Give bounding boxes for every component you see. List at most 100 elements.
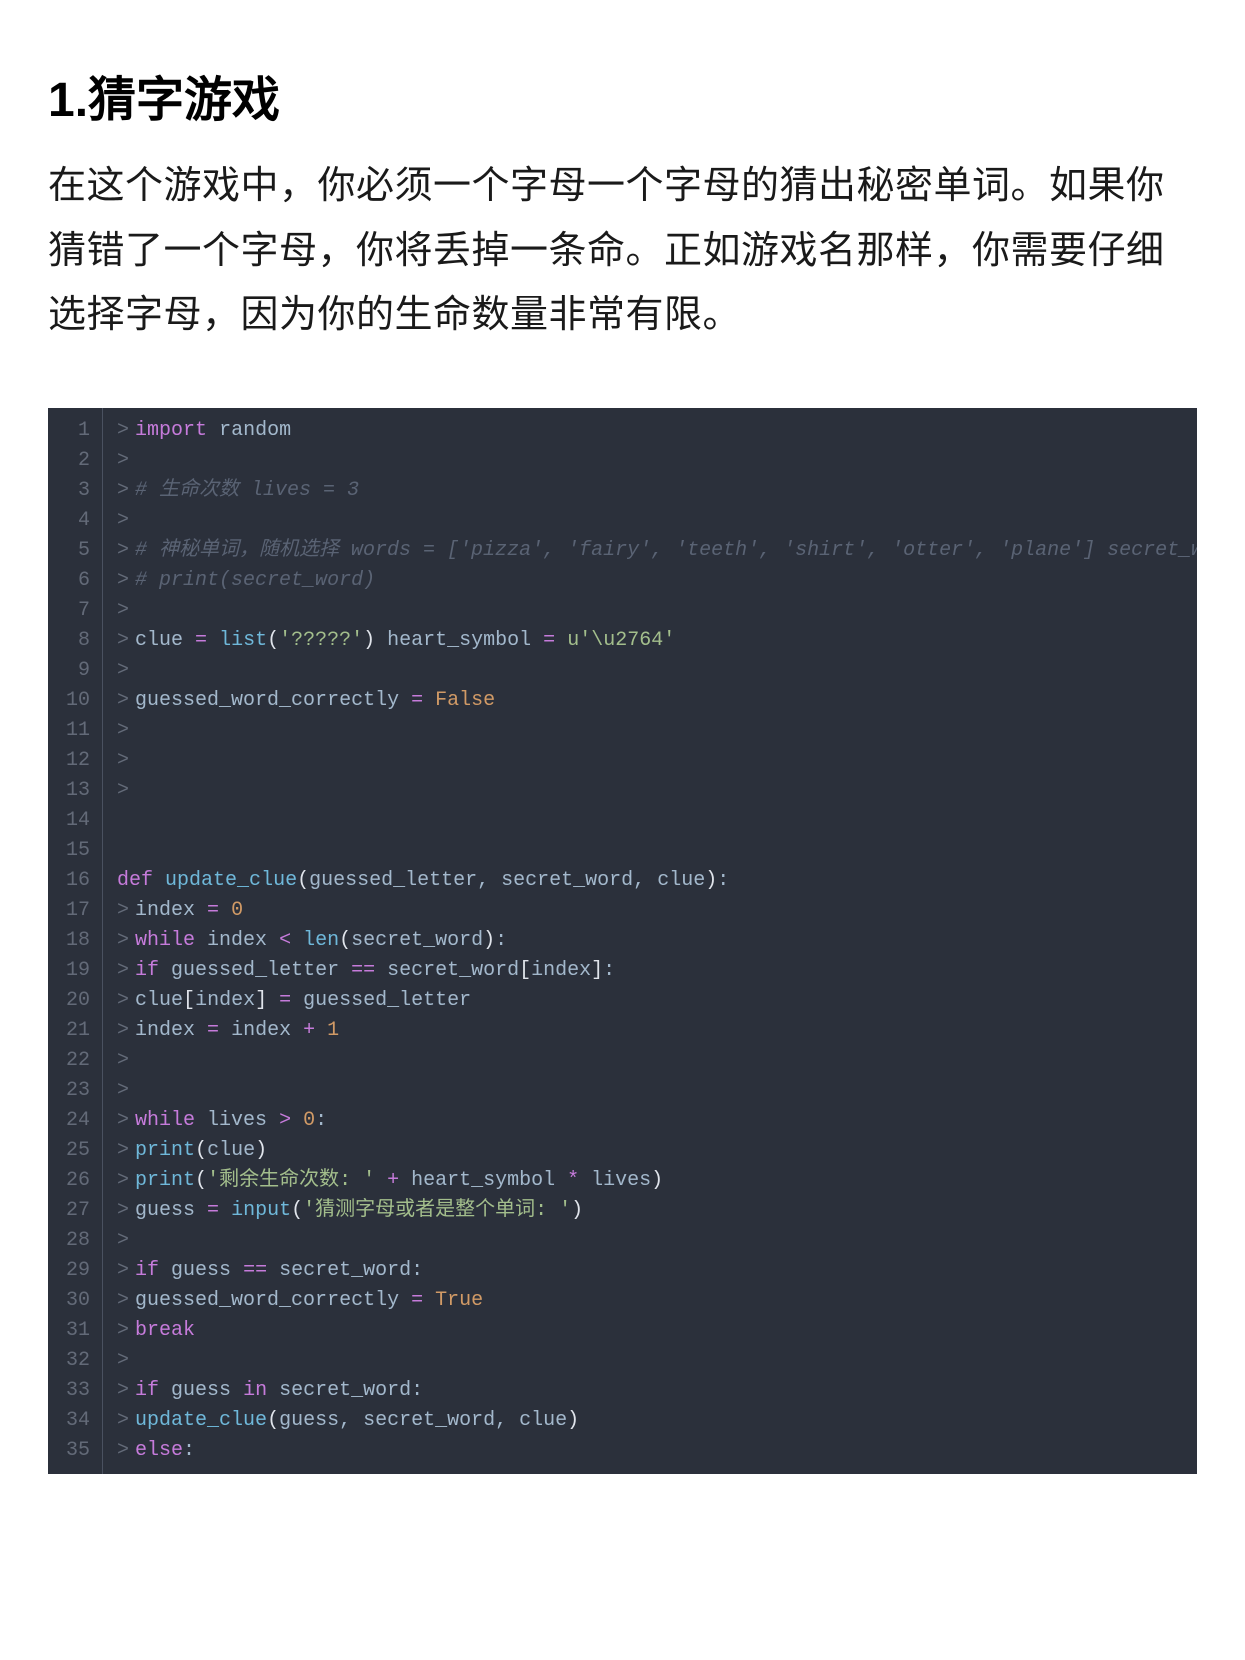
code-tokens: else:: [135, 1436, 195, 1466]
code-tokens: # print(secret_word): [135, 566, 375, 596]
prompt-marker: >: [117, 686, 129, 716]
line-number: 21: [66, 1016, 90, 1046]
code-line: > print('剩余生命次数: ' + heart_symbol * live…: [117, 1166, 1197, 1196]
line-number: 25: [66, 1136, 90, 1166]
line-number: 10: [66, 686, 90, 716]
code-tokens: if guess in secret_word:: [135, 1376, 423, 1406]
line-number: 32: [66, 1346, 90, 1376]
code-line: >: [117, 446, 1197, 476]
code-tokens: import random: [135, 416, 291, 446]
code-line: >: [117, 1046, 1197, 1076]
prompt-marker: >: [117, 566, 129, 596]
code-line: > guess = input('猜测字母或者是整个单词: '): [117, 1196, 1197, 1226]
code-line: def update_clue(guessed_letter, secret_w…: [117, 866, 1197, 896]
code-line: >: [117, 716, 1197, 746]
prompt-marker: >: [117, 1136, 129, 1166]
line-number: 1: [66, 416, 90, 446]
code-line: >: [117, 1346, 1197, 1376]
prompt-marker: >: [117, 716, 129, 746]
code-tokens: # 生命次数 lives = 3: [135, 476, 359, 506]
line-number: 12: [66, 746, 90, 776]
prompt-marker: >: [117, 446, 129, 476]
prompt-marker: >: [117, 1196, 129, 1226]
line-number: 29: [66, 1256, 90, 1286]
code-line: >: [117, 1226, 1197, 1256]
line-number: 11: [66, 716, 90, 746]
code-line: > if guessed_letter == secret_word[index…: [117, 956, 1197, 986]
code-line: > while index < len(secret_word):: [117, 926, 1197, 956]
prompt-marker: >: [117, 656, 129, 686]
line-number: 9: [66, 656, 90, 686]
code-line: >: [117, 776, 1197, 806]
line-number: 8: [66, 626, 90, 656]
prompt-marker: >: [117, 1076, 129, 1106]
line-number-gutter: 1234567891011121314151617181920212223242…: [48, 408, 103, 1474]
line-number: 33: [66, 1376, 90, 1406]
line-number: 23: [66, 1076, 90, 1106]
line-number: 19: [66, 956, 90, 986]
prompt-marker: >: [117, 1316, 129, 1346]
code-line: > while lives > 0:: [117, 1106, 1197, 1136]
line-number: 30: [66, 1286, 90, 1316]
prompt-marker: >: [117, 476, 129, 506]
prompt-marker: >: [117, 1286, 129, 1316]
prompt-marker: >: [117, 1376, 129, 1406]
code-line: > else:: [117, 1436, 1197, 1466]
code-tokens: while index < len(secret_word):: [135, 926, 507, 956]
code-line: >: [117, 656, 1197, 686]
code-line: > clue = list('?????') heart_symbol = u'…: [117, 626, 1197, 656]
code-tokens: update_clue(guess, secret_word, clue): [135, 1406, 579, 1436]
code-line: >import random: [117, 416, 1197, 446]
line-number: 35: [66, 1436, 90, 1466]
prompt-marker: >: [117, 896, 129, 926]
code-line: > if guess in secret_word:: [117, 1376, 1197, 1406]
page-title: 1.猜字游戏: [48, 60, 1197, 130]
line-number: 14: [66, 806, 90, 836]
code-line: >: [117, 596, 1197, 626]
line-number: 4: [66, 506, 90, 536]
line-number: 2: [66, 446, 90, 476]
code-tokens: guess = input('猜测字母或者是整个单词: '): [135, 1196, 583, 1226]
prompt-marker: >: [117, 956, 129, 986]
line-number: 5: [66, 536, 90, 566]
code-line: > clue[index] = guessed_letter: [117, 986, 1197, 1016]
code-line: > update_clue(guess, secret_word, clue): [117, 1406, 1197, 1436]
line-number: 24: [66, 1106, 90, 1136]
page-description: 在这个游戏中，你必须一个字母一个字母的猜出秘密单词。如果你猜错了一个字母，你将丢…: [48, 154, 1197, 348]
code-block: 1234567891011121314151617181920212223242…: [48, 408, 1197, 1474]
code-line: >: [117, 506, 1197, 536]
prompt-marker: >: [117, 1256, 129, 1286]
code-tokens: print(clue): [135, 1136, 267, 1166]
code-line: > if guess == secret_word:: [117, 1256, 1197, 1286]
code-line: >: [117, 1076, 1197, 1106]
line-number: 6: [66, 566, 90, 596]
line-number: 28: [66, 1226, 90, 1256]
line-number: 26: [66, 1166, 90, 1196]
code-tokens: clue = list('?????') heart_symbol = u'\u…: [135, 626, 675, 656]
line-number: 31: [66, 1316, 90, 1346]
code-line: [117, 806, 1197, 836]
prompt-marker: >: [117, 536, 129, 566]
prompt-marker: >: [117, 596, 129, 626]
prompt-marker: >: [117, 1106, 129, 1136]
prompt-marker: >: [117, 746, 129, 776]
code-line: > break: [117, 1316, 1197, 1346]
line-number: 27: [66, 1196, 90, 1226]
code-line: > guessed_word_correctly = False: [117, 686, 1197, 716]
code-line: > guessed_word_correctly = True: [117, 1286, 1197, 1316]
code-line: > print(clue): [117, 1136, 1197, 1166]
code-tokens: if guess == secret_word:: [135, 1256, 423, 1286]
line-number: 20: [66, 986, 90, 1016]
prompt-marker: >: [117, 1016, 129, 1046]
code-tokens: if guessed_letter == secret_word[index]:: [135, 956, 615, 986]
code-content: >import random>> # 生命次数 lives = 3>> # 神秘…: [103, 408, 1197, 1474]
code-tokens: while lives > 0:: [135, 1106, 327, 1136]
line-number: 17: [66, 896, 90, 926]
prompt-marker: >: [117, 776, 129, 806]
line-number: 16: [66, 866, 90, 896]
prompt-marker: >: [117, 1346, 129, 1376]
code-line: > index = 0: [117, 896, 1197, 926]
prompt-marker: >: [117, 1166, 129, 1196]
prompt-marker: >: [117, 986, 129, 1016]
code-tokens: index = 0: [135, 896, 243, 926]
